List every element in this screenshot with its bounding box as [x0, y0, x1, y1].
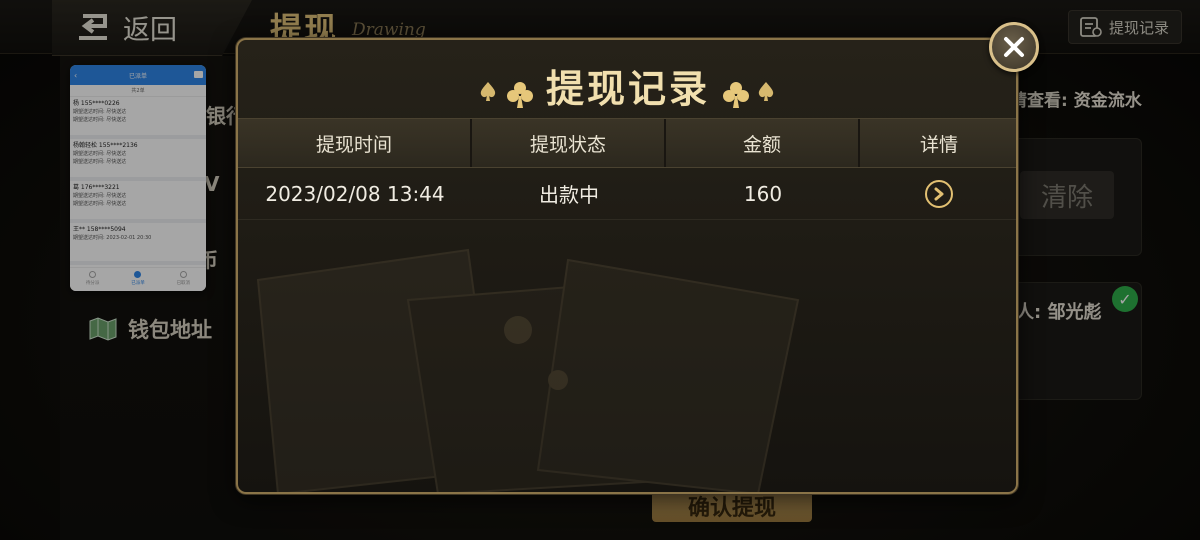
withdraw-record-modal: 提现记录 提现时间 提现状态 金额 详情 2023/02/08 13:44 出款…: [236, 38, 1018, 494]
spade-icon: [758, 82, 774, 101]
detail-arrow-icon[interactable]: [925, 179, 953, 208]
cell-time: 2023/02/08 13:44: [265, 181, 445, 206]
cell-amount: 160: [743, 181, 783, 206]
close-modal-button[interactable]: [989, 22, 1039, 72]
table-header: 提现时间 提现状态 金额 详情: [238, 118, 1016, 168]
cell-detail: [860, 168, 1016, 219]
col-header-status: 提现状态: [472, 119, 666, 167]
col-header-detail: 详情: [919, 133, 958, 156]
app-root: 返回 提现 Drawing 提现记录 银行 V 币 钱包地址 请查看: 资金流水…: [0, 0, 1200, 540]
cell-status: 出款中: [539, 183, 599, 207]
cards-background-decoration: [256, 248, 800, 492]
close-icon: [1004, 37, 1024, 57]
col-header-time: 提现时间: [238, 119, 472, 167]
table-row: 2023/02/08 13:44 出款中 160: [238, 168, 1016, 220]
modal-title: 提现记录: [545, 67, 710, 111]
club-icon: [723, 82, 749, 108]
col-header-amount: 金额: [666, 119, 860, 167]
records-table: 提现时间 提现状态 金额 详情 2023/02/08 13:44 出款中 160: [238, 118, 1016, 220]
